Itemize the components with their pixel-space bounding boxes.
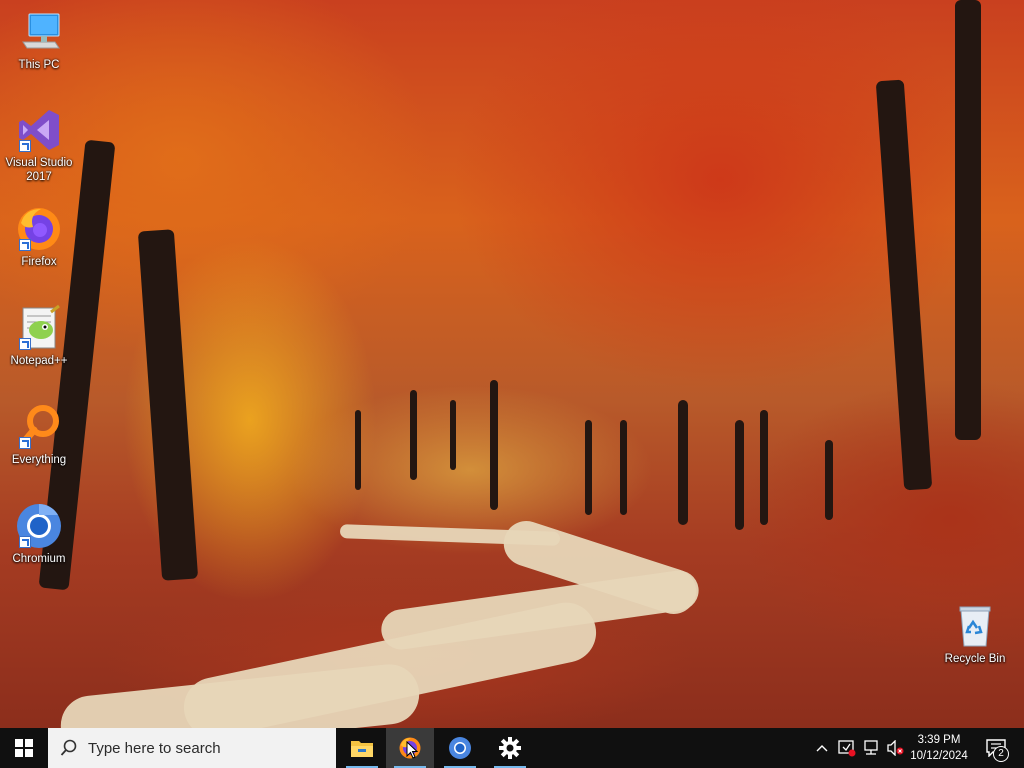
taskbar-clock[interactable]: 3:39 PM 10/12/2024 [904,728,974,768]
wallpaper-trunk [735,420,744,530]
desktop-icon-chromium[interactable]: Chromium [1,502,77,566]
start-button[interactable] [0,728,48,768]
desktop-wallpaper [0,0,1024,728]
mouse-cursor-icon [406,741,418,759]
tray-volume-button[interactable] [884,728,906,768]
windows-logo-icon [15,739,33,757]
wallpaper-trunk [825,440,833,520]
taskbar-search-box[interactable]: Type here to search [48,728,336,768]
desktop-icon-notepadpp[interactable]: Notepad++ [1,304,77,368]
shortcut-arrow-icon [19,536,31,548]
show-hidden-icons-button[interactable] [813,728,831,768]
wallpaper-trunk [355,410,361,490]
chromium-icon [15,502,63,550]
wallpaper-trunk [450,400,456,470]
taskbar: Type here to search 3:39 PM 10/12/2024 2 [0,728,1024,768]
desktop-icon-label: Chromium [12,553,66,565]
visual-studio-icon [15,106,63,154]
desktop-icon-label: Firefox [21,256,57,268]
desktop-icon-label: This PC [18,59,60,71]
shortcut-arrow-icon [19,338,31,350]
notepadpp-icon [15,304,63,352]
taskbar-app-file-explorer[interactable] [338,728,386,768]
search-placeholder: Type here to search [88,739,221,757]
firefox-icon [15,205,63,253]
desktop-icon-this-pc[interactable]: This PC [1,8,77,72]
desktop-icon-everything[interactable]: Everything [1,403,77,467]
wallpaper-trunk [137,229,199,581]
chevron-up-icon [816,745,828,752]
desktop-icon-label: Everything [11,454,67,466]
tray-security-icon-button[interactable] [836,728,858,768]
network-icon [864,740,878,755]
action-center-button[interactable]: 2 [980,728,1012,768]
search-icon [60,739,77,756]
gear-icon [499,737,521,759]
wallpaper-trunk [585,420,592,515]
desktop-icon-label: Notepad++ [10,355,68,367]
recycle-bin-icon [951,602,999,650]
desktop-icon-recycle-bin[interactable]: Recycle Bin [937,602,1013,666]
wallpaper-trunk [490,380,498,510]
taskbar-app-chromium[interactable] [436,728,484,768]
taskbar-app-firefox[interactable] [386,728,434,768]
desktop-icon-visual-studio[interactable]: Visual Studio 2017 [1,106,77,184]
computer-icon [15,8,63,56]
shortcut-arrow-icon [19,437,31,449]
taskbar-app-settings[interactable] [486,728,534,768]
desktop-icon-label: Visual Studio 2017 [5,157,73,183]
folder-icon [351,741,373,757]
wallpaper-trunk [410,390,417,480]
shortcut-arrow-icon [19,239,31,251]
search-magnifier-icon [15,403,63,451]
clock-date: 10/12/2024 [910,750,968,762]
wallpaper-trunk [875,79,933,491]
wallpaper-trunk [955,0,981,440]
shortcut-arrow-icon [19,140,31,152]
clock-time: 3:39 PM [917,734,961,746]
tray-network-button[interactable] [860,728,882,768]
desktop-icon-firefox[interactable]: Firefox [1,205,77,269]
wallpaper-trunk [678,400,688,525]
wallpaper-trunk [620,420,627,515]
wallpaper-trunk [760,410,768,525]
notification-count-badge: 2 [993,746,1009,762]
desktop-icon-label: Recycle Bin [944,653,1006,665]
security-alert-icon [838,740,856,757]
chromium-icon [449,737,471,759]
volume-muted-icon [887,740,904,756]
